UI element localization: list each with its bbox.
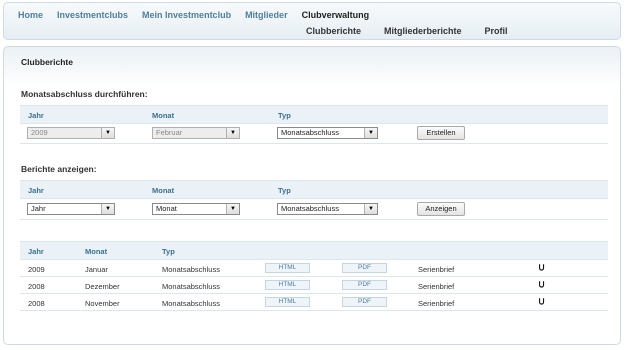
dropdown-arrow-icon: ▼ <box>226 128 239 138</box>
show-typ-select[interactable]: Monatsabschluss ▼ <box>277 203 378 215</box>
show-jahr-value: Jahr <box>31 204 46 213</box>
row-jahr: 2008 <box>28 282 45 291</box>
show-header-typ: Typ <box>278 186 291 195</box>
curved-arrow-icon[interactable]: ⊃ <box>536 263 547 271</box>
row-monat: Januar <box>85 265 108 274</box>
nav-investmentclubs[interactable]: Investmentclubs <box>57 10 128 20</box>
pdf-button[interactable]: PDF <box>342 297 387 307</box>
erstellen-button[interactable]: Erstellen <box>417 126 465 140</box>
row-monat: November <box>85 299 120 308</box>
html-button[interactable]: HTML <box>265 280 310 290</box>
create-monat-select[interactable]: Februar ▼ <box>152 127 240 139</box>
subnav-clubberichte[interactable]: Clubberichte <box>306 26 361 36</box>
nav-home[interactable]: Home <box>18 10 43 20</box>
serienbrief-link[interactable]: Serienbrief <box>418 299 454 308</box>
show-monat-select[interactable]: Monat ▼ <box>152 203 240 215</box>
curved-arrow-icon[interactable]: ⊃ <box>536 297 547 305</box>
show-typ-value: Monatsabschluss <box>281 204 339 213</box>
dropdown-arrow-icon: ▼ <box>364 204 377 214</box>
subnav-mitgliederberichte[interactable]: Mitgliederberichte <box>384 26 462 36</box>
anzeigen-button[interactable]: Anzeigen <box>417 202 465 216</box>
nav-mein-investmentclub[interactable]: Mein Investmentclub <box>142 10 231 20</box>
create-jahr-value: 2009 <box>31 128 48 137</box>
dropdown-arrow-icon: ▼ <box>226 204 239 214</box>
nav-clubverwaltung[interactable]: Clubverwaltung <box>302 10 370 20</box>
create-typ-select[interactable]: Monatsabschluss ▼ <box>277 127 378 139</box>
secondary-nav: Clubberichte Mitgliederberichte Profil <box>306 26 531 36</box>
create-typ-value: Monatsabschluss <box>281 128 339 137</box>
top-navigation: Home Investmentclubs Mein Investmentclub… <box>3 2 621 40</box>
show-monat-value: Monat <box>156 204 177 213</box>
row-jahr: 2008 <box>28 299 45 308</box>
divider <box>20 143 608 144</box>
show-header-monat: Monat <box>152 186 175 195</box>
table-row: 2008 November Monatsabschluss HTML PDF S… <box>20 295 608 311</box>
results-header-typ: Typ <box>162 247 175 256</box>
row-monat: Dezember <box>85 282 120 291</box>
html-button[interactable]: HTML <box>265 297 310 307</box>
panel-title: Clubberichte <box>21 57 73 67</box>
row-typ: Monatsabschluss <box>162 282 220 291</box>
clubberichte-panel: Clubberichte Monatsabschluss durchführen… <box>3 46 621 345</box>
serienbrief-link[interactable]: Serienbrief <box>418 265 454 274</box>
row-typ: Monatsabschluss <box>162 299 220 308</box>
show-header-bar: Jahr Monat Typ <box>20 180 608 199</box>
serienbrief-link[interactable]: Serienbrief <box>418 282 454 291</box>
subnav-profil[interactable]: Profil <box>485 26 508 36</box>
create-header-bar: Jahr Monat Typ <box>20 105 608 124</box>
create-monat-value: Februar <box>156 128 183 137</box>
show-section-title: Berichte anzeigen: <box>21 164 97 174</box>
divider <box>20 219 608 220</box>
pdf-button[interactable]: PDF <box>342 280 387 290</box>
dropdown-arrow-icon: ▼ <box>101 128 114 138</box>
nav-mitglieder[interactable]: Mitglieder <box>245 10 288 20</box>
dropdown-arrow-icon: ▼ <box>101 204 114 214</box>
row-jahr: 2009 <box>28 265 45 274</box>
table-row: 2008 Dezember Monatsabschluss HTML PDF S… <box>20 278 608 294</box>
create-header-typ: Typ <box>278 111 291 120</box>
html-button[interactable]: HTML <box>265 263 310 273</box>
create-section-title: Monatsabschluss durchführen: <box>21 89 148 99</box>
row-typ: Monatsabschluss <box>162 265 220 274</box>
show-header-jahr: Jahr <box>28 186 44 195</box>
table-row: 2009 Januar Monatsabschluss HTML PDF Ser… <box>20 261 608 277</box>
create-jahr-select[interactable]: 2009 ▼ <box>27 127 115 139</box>
results-header-monat: Monat <box>85 247 108 256</box>
curved-arrow-icon[interactable]: ⊃ <box>536 280 547 288</box>
show-jahr-select[interactable]: Jahr ▼ <box>27 203 115 215</box>
create-header-jahr: Jahr <box>28 111 44 120</box>
results-header-bar: Jahr Monat Typ <box>20 241 608 260</box>
pdf-button[interactable]: PDF <box>342 263 387 273</box>
create-header-monat: Monat <box>152 111 175 120</box>
primary-nav: Home Investmentclubs Mein Investmentclub… <box>18 10 383 20</box>
dropdown-arrow-icon: ▼ <box>364 128 377 138</box>
results-header-jahr: Jahr <box>28 247 44 256</box>
